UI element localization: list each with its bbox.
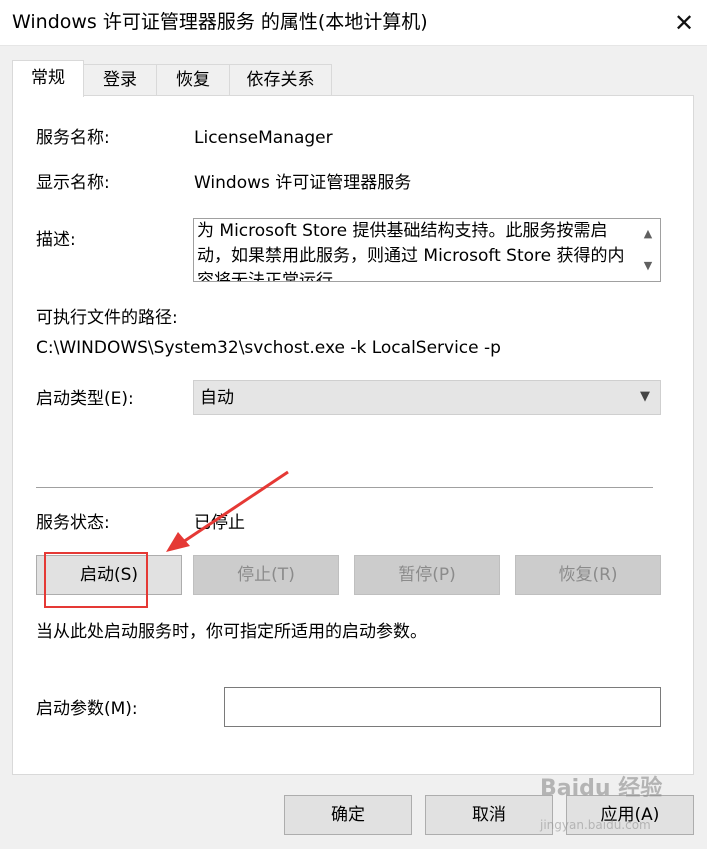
scroll-up-icon[interactable]: ▲ <box>640 227 656 240</box>
resume-button[interactable]: 恢复(R) <box>515 555 661 595</box>
start-button[interactable]: 启动(S) <box>36 555 182 595</box>
description-box[interactable]: 为 Microsoft Store 提供基础结构支持。此服务按需启动，如果禁用此… <box>193 218 661 282</box>
description-label: 描述: <box>36 230 76 250</box>
status-value: 已停止 <box>194 513 245 533</box>
start-params-label: 启动参数(M): <box>36 699 138 719</box>
startup-type-value: 自动 <box>200 388 234 408</box>
status-label: 服务状态: <box>36 513 110 533</box>
close-icon[interactable]: ✕ <box>661 0 707 46</box>
pause-button[interactable]: 暂停(P) <box>354 555 500 595</box>
baidu-watermark-url: jingyan.baidu.com <box>540 818 651 832</box>
window-title: Windows 许可证管理器服务 的属性(本地计算机) <box>12 11 428 33</box>
ok-button[interactable]: 确定 <box>284 795 412 835</box>
title-bar: Windows 许可证管理器服务 的属性(本地计算机) ✕ <box>0 0 707 46</box>
general-panel <box>12 95 694 775</box>
display-name-label: 显示名称: <box>36 173 110 193</box>
tab-logon[interactable]: 登录 <box>83 64 157 96</box>
tab-dependencies[interactable]: 依存关系 <box>229 64 332 96</box>
path-label: 可执行文件的路径: <box>36 308 178 328</box>
service-name-label: 服务名称: <box>36 128 110 148</box>
baidu-watermark: Baidu 经验 <box>540 776 663 801</box>
startup-type-select[interactable]: 自动 ▼ <box>193 380 661 415</box>
scroll-down-icon[interactable]: ▼ <box>640 259 656 272</box>
startup-type-label: 启动类型(E): <box>36 389 134 409</box>
chevron-down-icon: ▼ <box>640 389 650 404</box>
description-text: 为 Microsoft Store 提供基础结构支持。此服务按需启动，如果禁用此… <box>197 221 625 282</box>
start-params-input[interactable] <box>224 687 661 727</box>
display-name-value: Windows 许可证管理器服务 <box>194 173 412 193</box>
cancel-button[interactable]: 取消 <box>425 795 553 835</box>
tab-recovery[interactable]: 恢复 <box>156 64 230 96</box>
stop-button[interactable]: 停止(T) <box>193 555 339 595</box>
divider <box>36 487 653 488</box>
start-params-hint: 当从此处启动服务时，你可指定所适用的启动参数。 <box>36 622 427 642</box>
service-name-value: LicenseManager <box>194 128 333 148</box>
path-value: C:\WINDOWS\System32\svchost.exe -k Local… <box>36 338 501 358</box>
tab-general[interactable]: 常规 <box>12 60 84 97</box>
